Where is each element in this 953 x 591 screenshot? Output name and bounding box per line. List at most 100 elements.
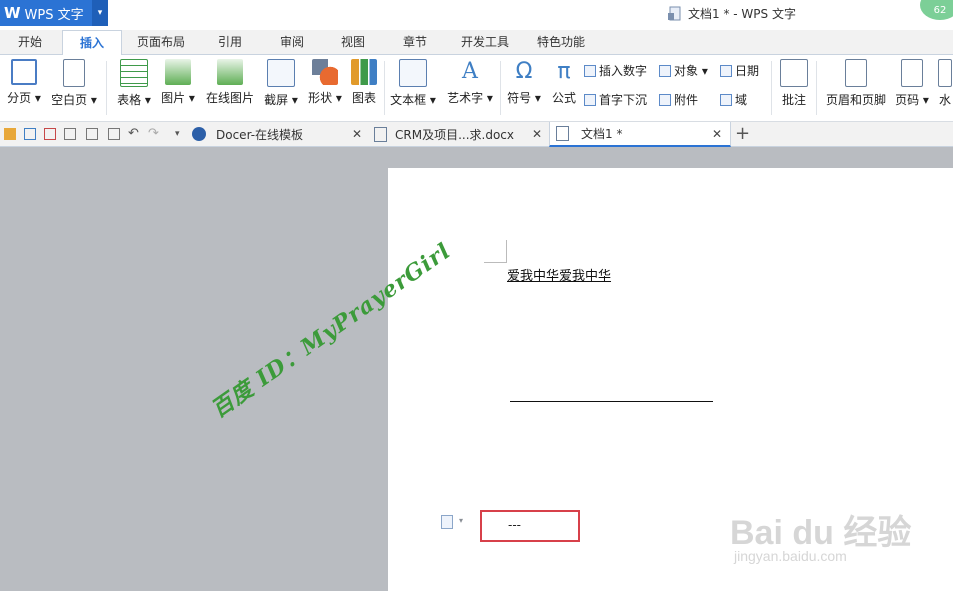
dash-text[interactable]: --- [508,518,521,532]
highlight-box: --- [480,510,580,542]
tab-developer[interactable]: 开发工具 [452,30,518,54]
table-button[interactable]: 表格 ▾ [114,59,154,108]
textbox-button[interactable]: 文本框 ▾ [388,59,438,108]
close-tab-icon[interactable]: ✕ [712,127,722,141]
horizontal-rule [510,401,713,402]
close-tab-icon[interactable]: ✕ [352,127,362,141]
shapes-icon [312,59,338,85]
blank-page-icon [63,59,85,87]
online-picture-label: 在线图片 [205,91,254,105]
attachment-button[interactable]: 附件 [659,91,698,108]
watermark-label: 水 [938,93,951,107]
underlined-paragraph[interactable]: 爱我中华爱我中华 [507,265,611,284]
page-break-icon [11,59,37,85]
new-tab-plus-icon[interactable]: + [735,124,750,144]
object-label: 对象 ▾ [674,64,708,78]
spellcheck-icon[interactable] [108,128,120,140]
undo-icon[interactable]: ↶ [128,127,140,140]
calendar-icon [720,64,732,77]
tab-document1[interactable]: 文档1 * ✕ [549,122,731,147]
tab-special-features[interactable]: 特色功能 [528,30,594,54]
formula-label: 公式 [551,91,576,105]
document-tab-bar: ↶ ↷ ▾ Docer-在线模板 ✕ CRM及项目...求.docx ✕ 文档1… [0,122,953,147]
tab-docer-templates[interactable]: Docer-在线模板 ✕ [192,122,367,146]
drop-cap-icon [584,93,596,106]
app-menu-button[interactable]: W WPS 文字 ▾ [0,0,108,26]
tab-page-layout[interactable]: 页面布局 [130,30,192,54]
screenshot-button[interactable]: 截屏 ▾ [262,59,300,108]
ribbon-divider [816,61,817,115]
watermark-button[interactable]: 水 [937,59,953,108]
ribbon-divider [771,61,772,115]
omega-icon: Ω [515,59,533,84]
blank-page-label: 空白页 ▾ [51,93,97,107]
wordart-button[interactable]: A 艺术字 ▾ [444,59,496,106]
window-title-text: 文档1 * - WPS 文字 [688,7,796,21]
close-tab-icon[interactable]: ✕ [532,127,542,141]
page-number-button[interactable]: 页码 ▾ [893,59,931,108]
quick-access-dropdown-icon[interactable]: ▾ [175,128,187,140]
number-icon [584,64,596,77]
notification-badge[interactable]: 62 [920,0,953,20]
picture-icon [165,59,191,85]
app-menu-dropdown-icon[interactable]: ▾ [92,0,108,26]
paste-options-icon[interactable] [441,515,453,529]
date-button[interactable]: 日期 [720,62,759,79]
tab-crm-document[interactable]: CRM及项目...求.docx ✕ [374,122,546,146]
header-footer-label: 页眉和页脚 [825,93,886,107]
field-button[interactable]: 域 [720,91,747,108]
online-picture-button[interactable]: 在线图片 [204,59,256,106]
header-footer-button[interactable]: 页眉和页脚 [824,59,888,108]
comment-label: 批注 [781,93,806,107]
window-title: 文档1 * - WPS 文字 [668,5,796,22]
drop-cap-label: 首字下沉 [599,93,648,107]
title-bar: W WPS 文字 ▾ 文档1 * - WPS 文字 62 [0,0,953,30]
insert-number-label: 插入数字 [599,64,648,78]
wps-logo-icon: W [4,4,21,22]
scissors-icon [267,59,295,87]
save-icon[interactable] [24,128,36,140]
print-preview-icon[interactable] [86,128,98,140]
menu-tabs: 开始 插入 页面布局 引用 审阅 视图 章节 开发工具 特色功能 [0,30,953,56]
print-icon[interactable] [64,128,76,140]
tab-review[interactable]: 审阅 [270,30,314,54]
object-button[interactable]: 对象 ▾ [659,62,708,79]
field-icon [720,93,732,106]
baidu-jingyan-url: jingyan.baidu.com [734,548,847,564]
picture-button[interactable]: 图片 ▾ [158,59,198,106]
app-name: WPS 文字 [24,7,84,23]
shape-button[interactable]: 形状 ▾ [306,59,344,106]
chart-button[interactable]: 图表 [348,59,380,106]
export-pdf-icon[interactable] [44,128,56,140]
tab-references[interactable]: 引用 [208,30,252,54]
date-label: 日期 [735,64,760,78]
insert-number-button[interactable]: 插入数字 [584,62,647,79]
table-label: 表格 ▾ [117,93,151,107]
tab-insert[interactable]: 插入 [62,30,122,56]
object-icon [659,64,671,77]
attachment-label: 附件 [674,93,699,107]
blank-page-button[interactable]: 空白页 ▾ [48,59,100,108]
page-break-button[interactable]: 分页 ▾ [4,59,44,106]
textbox-icon [399,59,427,87]
symbol-button[interactable]: Ω 符号 ▾ [504,59,544,106]
comment-button[interactable]: 批注 [778,59,810,108]
open-folder-icon[interactable] [4,128,16,140]
redo-icon[interactable]: ↷ [148,127,160,140]
formula-button[interactable]: π 公式 [548,59,580,106]
tab-docer-label: Docer-在线模板 [216,127,304,142]
paste-options-dropdown-icon[interactable]: ▾ [459,516,463,525]
page-break-label: 分页 ▾ [7,91,41,105]
wordart-icon: A [462,59,478,84]
document-icon [374,126,387,142]
comment-icon [780,59,808,87]
tab-chapter[interactable]: 章节 [393,30,437,54]
picture-label: 图片 ▾ [161,91,195,105]
textbox-label: 文本框 ▾ [390,93,436,107]
tab-view[interactable]: 视图 [331,30,375,54]
ribbon-divider [384,61,385,115]
tab-start[interactable]: 开始 [8,30,52,54]
drop-cap-button[interactable]: 首字下沉 [584,91,647,108]
header-footer-icon [845,59,867,87]
symbol-label: 符号 ▾ [507,91,541,105]
